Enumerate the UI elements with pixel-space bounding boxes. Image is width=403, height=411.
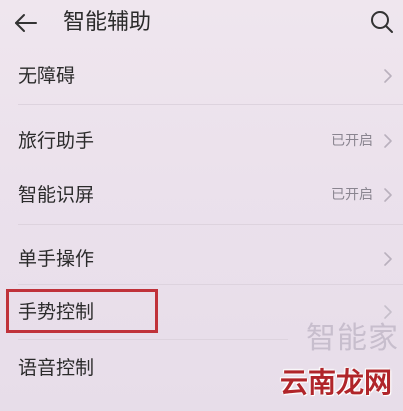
setting-item-travel-assistant[interactable]: 旅行助手 已开启: [0, 121, 403, 161]
top-app-bar: 智能辅助: [0, 0, 403, 48]
setting-item-label: 无障碍: [18, 65, 76, 87]
divider: [18, 104, 403, 105]
setting-item-accessibility[interactable]: 无障碍: [0, 56, 403, 96]
setting-item-label: 旅行助手: [18, 130, 95, 152]
chevron-right-icon: [384, 69, 392, 83]
divider: [18, 284, 403, 285]
search-button[interactable]: [368, 8, 396, 36]
setting-item-label: 语音控制: [18, 357, 95, 379]
setting-item-label: 单手操作: [18, 248, 95, 270]
chevron-right-icon: [384, 252, 392, 266]
status-text: 已开启: [331, 187, 373, 203]
page-title: 智能辅助: [63, 10, 152, 35]
back-button[interactable]: [12, 9, 40, 37]
setting-item-smart-screen-recognition[interactable]: 智能识屏 已开启: [0, 175, 403, 215]
search-icon: [371, 11, 393, 33]
settings-screen: 智能辅助 无障碍 旅行助手 已开启 智能识屏 已开启 单手操作 手势控制 语音控…: [0, 0, 403, 411]
arrow-left-icon: [15, 14, 37, 32]
setting-item-label: 智能识屏: [18, 184, 95, 206]
chevron-right-icon: [384, 305, 392, 319]
setting-item-one-handed-mode[interactable]: 单手操作: [0, 239, 403, 279]
highlight-annotation-box: [6, 289, 158, 333]
chevron-right-icon: [384, 134, 392, 148]
divider: [18, 224, 403, 225]
chevron-right-icon: [384, 188, 392, 202]
watermark-brand: 云南龙网: [280, 366, 393, 399]
watermark-faint: 智能家: [306, 321, 399, 356]
divider: [18, 339, 288, 340]
status-text: 已开启: [331, 133, 373, 149]
